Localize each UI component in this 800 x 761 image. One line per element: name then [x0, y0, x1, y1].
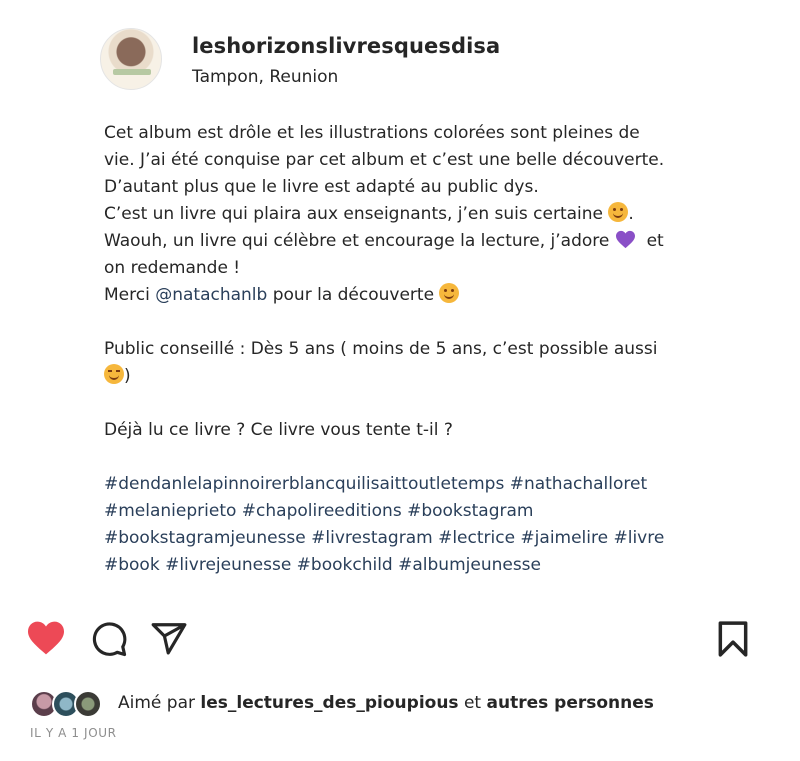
caption-text: Waouh, un livre qui célèbre et encourage…	[104, 231, 610, 251]
comment-bubble-icon[interactable]	[90, 620, 128, 658]
likes-summary: Aimé par les_lectures_des_pioupious et a…	[30, 688, 750, 720]
post-header: leshorizonslivresquesdisa Tampon, Reunio…	[100, 28, 740, 92]
caption-text: Merci	[104, 285, 150, 305]
bookmark-icon[interactable]	[716, 620, 750, 658]
liked-by-conjunction: et	[463, 693, 482, 713]
liked-by-text: Aimé par les_lectures_des_pioupious et a…	[118, 693, 654, 713]
paper-plane-icon[interactable]	[150, 620, 188, 658]
caption-line: Merci @natachanlb pour la découverte	[104, 282, 744, 309]
caption-line: C’est un livre qui plaira aux enseignant…	[104, 201, 744, 228]
post-caption: Cet album est drôle et les illustrations…	[104, 120, 744, 579]
liker-avatars[interactable]	[30, 688, 110, 720]
post-actions-bar	[26, 620, 750, 664]
hashtag-line[interactable]: #dendanlelapinnoirerblancquilisaittoutle…	[104, 471, 744, 498]
username-link[interactable]: leshorizonslivresquesdisa	[192, 34, 500, 58]
caption-line: Déjà lu ce livre ? Ce livre vous tente t…	[104, 420, 453, 440]
caption-line: on redemande !	[104, 258, 241, 278]
liked-by-prefix: Aimé par	[118, 693, 195, 713]
hashtag-line[interactable]: #melanieprieto #chapolireeditions #books…	[104, 498, 744, 525]
caption-line: D’autant plus que le livre est adapté au…	[104, 177, 539, 197]
avatar	[74, 690, 102, 718]
location-link[interactable]: Tampon, Reunion	[192, 67, 338, 87]
purple-heart-emoji-icon	[615, 230, 635, 249]
smiling-eyes-emoji-icon	[104, 364, 124, 384]
caption-line: )	[104, 363, 744, 390]
smiling-emoji-icon	[439, 283, 460, 303]
caption-line: Public conseillé : Dès 5 ans ( moins de …	[104, 339, 658, 359]
profile-avatar[interactable]	[100, 28, 162, 90]
hashtag-line[interactable]: #book #livrejeunesse #bookchild #albumje…	[104, 552, 744, 579]
caption-text: )	[124, 366, 131, 386]
caption-text: .	[628, 204, 634, 224]
caption-text: C’est un livre qui plaira aux enseignant…	[104, 204, 603, 224]
post-timestamp[interactable]: IL Y A 1 JOUR	[30, 726, 117, 740]
caption-text: pour la découverte	[272, 285, 435, 305]
hashtag-line[interactable]: #bookstagramjeunesse #livrestagram #lect…	[104, 525, 744, 552]
caption-line: vie. J’ai été conquise par cet album et …	[104, 150, 665, 170]
heart-filled-icon[interactable]	[26, 620, 66, 656]
other-likers-link[interactable]: autres personnes	[487, 693, 654, 713]
smiling-emoji-icon	[608, 202, 629, 222]
caption-text: et	[646, 231, 664, 251]
liker-username-link[interactable]: les_lectures_des_pioupious	[200, 693, 458, 713]
caption-line: Cet album est drôle et les illustrations…	[104, 123, 640, 143]
mention-link[interactable]: @natachanlb	[155, 285, 267, 305]
caption-line: Waouh, un livre qui célèbre et encourage…	[104, 228, 744, 255]
